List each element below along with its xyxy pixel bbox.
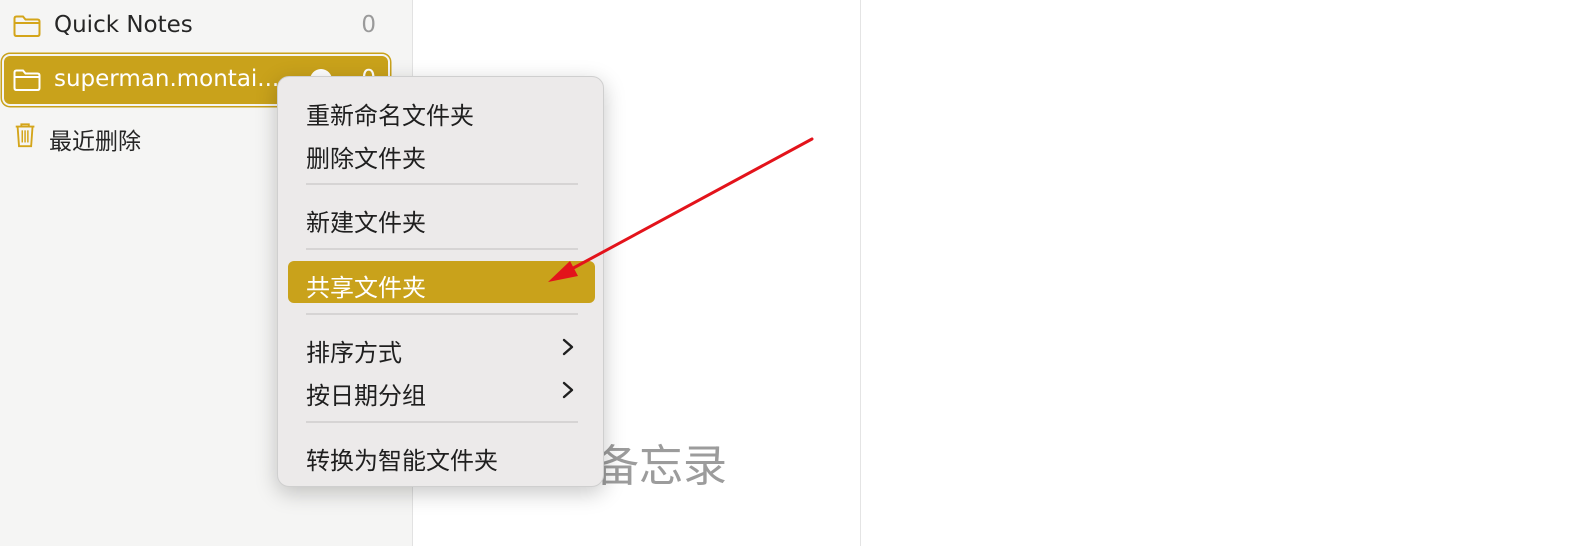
menu-separator: [306, 313, 578, 315]
menu-item-rename-folder[interactable]: 重新命名文件夹: [288, 89, 595, 131]
menu-item-convert-smart-folder[interactable]: 转换为智能文件夹: [288, 434, 595, 476]
menu-item-label: 排序方式: [306, 339, 402, 367]
sidebar-folder-quick-notes[interactable]: Quick Notes 0: [4, 2, 388, 50]
trash-icon: [15, 123, 35, 148]
note-editor-pane: [862, 0, 1594, 546]
menu-item-sort-by[interactable]: 排序方式: [288, 326, 595, 368]
menu-item-group-by-date[interactable]: 按日期分组: [288, 369, 595, 411]
folder-icon: [13, 15, 41, 37]
menu-separator: [306, 421, 578, 423]
empty-notes-label: 备忘录: [595, 441, 727, 492]
chevron-right-icon: [562, 381, 574, 399]
folder-name: superman.montai...: [54, 66, 280, 92]
menu-item-label: 转换为智能文件夹: [306, 447, 498, 475]
menu-item-label: 共享文件夹: [306, 274, 426, 302]
notes-app-window: Quick Notes 0 superman.montai... 0 最近删除: [0, 0, 1594, 546]
menu-separator: [306, 183, 578, 185]
menu-item-delete-folder[interactable]: 删除文件夹: [288, 132, 595, 174]
menu-item-new-folder[interactable]: 新建文件夹: [288, 196, 595, 238]
folder-name: Quick Notes: [54, 12, 193, 38]
menu-item-label: 按日期分组: [306, 382, 426, 410]
folder-icon: [13, 69, 41, 91]
menu-item-share-folder[interactable]: 共享文件夹: [288, 261, 595, 303]
menu-item-label: 新建文件夹: [306, 209, 426, 237]
menu-item-label: 删除文件夹: [306, 145, 426, 173]
folder-note-count: 0: [361, 12, 376, 38]
folder-name: 最近删除: [49, 129, 141, 155]
menu-separator: [306, 248, 578, 250]
menu-item-label: 重新命名文件夹: [306, 102, 474, 130]
folder-context-menu: 重新命名文件夹 删除文件夹 新建文件夹 共享文件夹 排序方式 按日期分组 转换为…: [277, 76, 604, 487]
chevron-right-icon: [562, 338, 574, 356]
